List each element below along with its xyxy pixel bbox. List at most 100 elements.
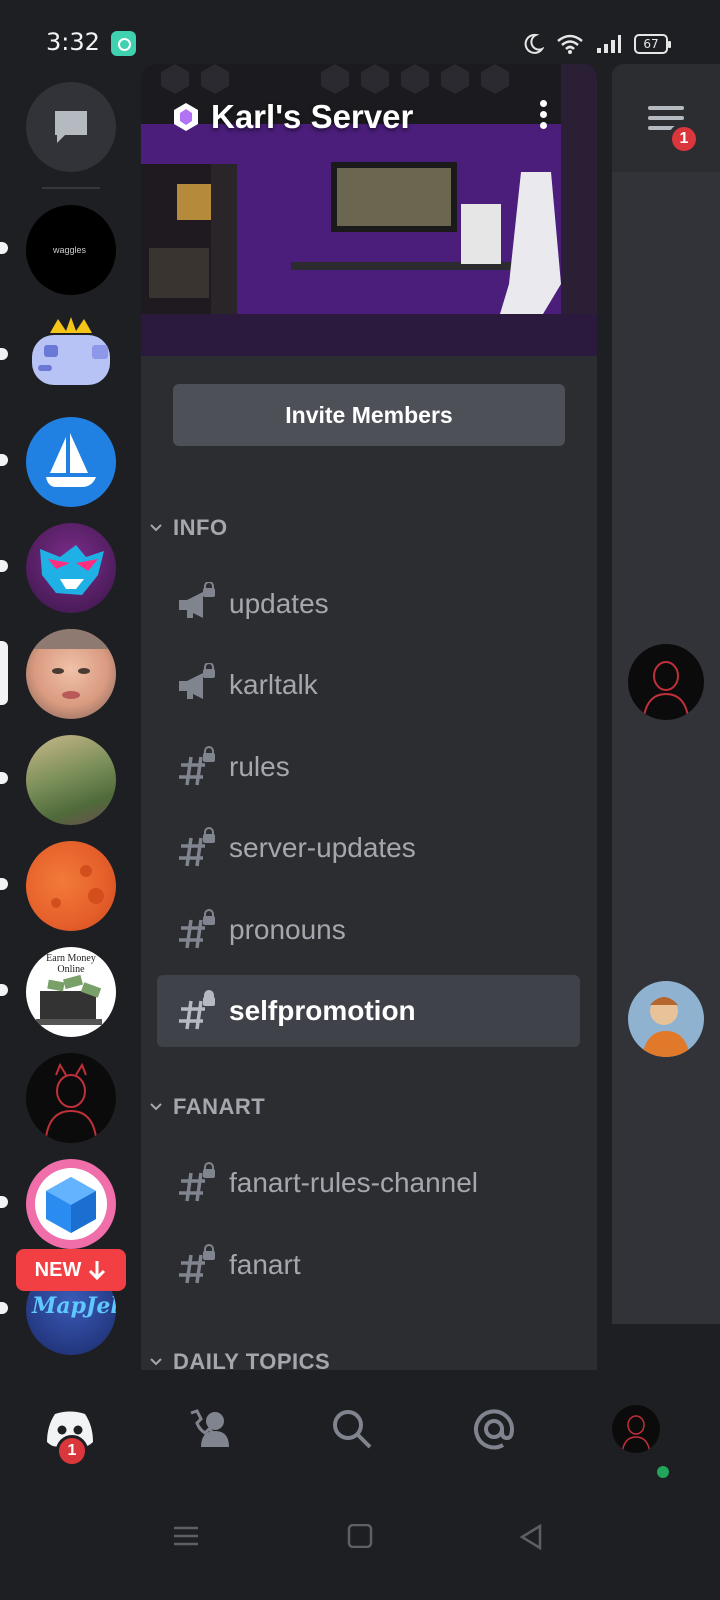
battery-icon: 67	[634, 34, 671, 54]
home-button-icon[interactable]	[347, 1524, 373, 1548]
channel-fanart[interactable]: fanart	[157, 1229, 580, 1301]
server-icon-text: Earn Money Online	[46, 953, 96, 975]
sketch-avatar-icon	[45, 1062, 97, 1138]
back-icon[interactable]	[518, 1524, 544, 1550]
chat-bubble-icon	[55, 111, 87, 143]
chevron-down-icon	[150, 1358, 162, 1366]
unread-indicator	[0, 242, 8, 254]
crowned-bot-server-icon[interactable]	[26, 311, 116, 401]
home-tab[interactable]	[20, 1370, 120, 1488]
channel-selfpromotion[interactable]: selfpromotion	[157, 975, 580, 1047]
server-title[interactable]: Karl's Server	[171, 98, 413, 136]
battery-level: 67	[643, 37, 659, 51]
karl-server-icon[interactable]	[26, 629, 116, 719]
hash-locked-icon	[175, 826, 219, 870]
channel-rules[interactable]: rules	[157, 731, 580, 803]
sketch-avatar-server-icon[interactable]	[26, 1053, 116, 1143]
chat-header: 1	[612, 64, 720, 172]
rail-divider	[42, 187, 100, 189]
server-rail[interactable]: waggles Earn Money Online MapJe	[0, 64, 142, 1400]
server-banner[interactable]: Karl's Server	[141, 64, 597, 356]
channel-name: fanart	[229, 1249, 301, 1280]
invite-members-button[interactable]: Invite Members	[173, 384, 565, 446]
server-icon-text: MapJelly	[32, 1293, 116, 1319]
unread-indicator	[0, 454, 8, 466]
chevron-down-icon	[150, 524, 162, 532]
channel-name: rules	[229, 751, 290, 782]
channel-panel: Karl's Server Invite Members INFO update…	[141, 64, 597, 1370]
planet-server-icon[interactable]	[26, 841, 116, 931]
planet-icon	[51, 865, 104, 908]
mrbeast-server-icon[interactable]	[26, 523, 116, 613]
server-name: Karl's Server	[211, 98, 414, 135]
unread-indicator	[0, 878, 8, 890]
waggles-server-icon[interactable]: waggles	[26, 205, 116, 295]
server-options-icon[interactable]	[533, 100, 553, 136]
signal-icon	[597, 35, 621, 53]
channel-server-updates[interactable]: server-updates	[157, 812, 580, 884]
cartoon-avatar-icon	[642, 997, 690, 1057]
selected-server-indicator	[0, 641, 8, 705]
sketch-avatar-icon	[643, 661, 689, 717]
status-time: 3:32	[46, 28, 100, 56]
channel-name: karltalk	[229, 669, 318, 700]
server-icon-text: waggles	[53, 245, 87, 255]
new-unreads-badge[interactable]: NEW	[16, 1249, 126, 1291]
system-navigation-bar	[0, 1488, 720, 1600]
channel-name: selfpromotion	[229, 995, 416, 1026]
channel-updates[interactable]: updates	[157, 568, 580, 640]
app-notification-icon	[111, 31, 136, 56]
hash-locked-icon	[175, 1243, 219, 1287]
unread-indicator	[0, 984, 8, 996]
announcement-locked-icon	[175, 662, 219, 707]
chat-preview-panel[interactable]: 1	[612, 64, 720, 1324]
mentions-icon	[474, 1409, 515, 1450]
bottom-navigation: 1	[0, 1370, 720, 1488]
unread-indicator	[0, 772, 8, 784]
channel-fanart-rules-channel[interactable]: fanart-rules-channel	[157, 1147, 580, 1219]
friends-icon	[190, 1409, 229, 1447]
cube-icon	[35, 1168, 107, 1240]
direct-messages-button[interactable]	[26, 82, 116, 172]
earn-money-server-icon[interactable]: Earn Money Online	[26, 947, 116, 1037]
channel-name: fanart-rules-channel	[229, 1167, 479, 1198]
hash-locked-icon	[175, 1161, 219, 1205]
search-tab[interactable]	[302, 1370, 402, 1488]
channel-name: pronouns	[229, 914, 346, 945]
category-daily-topics[interactable]: DAILY TOPICS	[149, 1342, 330, 1370]
sketch-avatar[interactable]	[628, 644, 704, 720]
profile-avatar	[612, 1405, 660, 1453]
sailboat-icon	[46, 433, 96, 487]
discord-mobile-screen: 3:32 67 waggles Earn Money Online MapJe …	[0, 0, 720, 1600]
garden-server-icon[interactable]	[26, 735, 116, 825]
new-label: NEW	[34, 1258, 82, 1281]
hash-locked-icon	[175, 745, 219, 789]
category-label: FANART	[173, 1094, 266, 1119]
channel-pronouns[interactable]: pronouns	[157, 894, 580, 966]
unread-indicator	[0, 348, 8, 360]
cartoon-avatar[interactable]	[628, 981, 704, 1057]
wifi-icon	[557, 34, 583, 54]
beast-mascot-icon	[40, 545, 104, 595]
channel-karltalk[interactable]: karltalk	[157, 649, 580, 721]
crowned-bot-icon	[32, 317, 110, 385]
server-boost-badge-icon	[174, 103, 198, 131]
category-fanart[interactable]: FANART	[149, 1087, 265, 1127]
notification-count-badge: 1	[668, 123, 700, 155]
unread-indicator	[0, 1196, 8, 1208]
friends-tab[interactable]	[162, 1370, 262, 1488]
cube-server-icon[interactable]	[26, 1159, 116, 1249]
category-info[interactable]: INFO	[149, 508, 228, 548]
status-icons: 67	[524, 30, 671, 58]
announcement-locked-icon	[175, 581, 219, 626]
channel-name: server-updates	[229, 832, 416, 863]
recent-apps-icon[interactable]	[172, 1524, 200, 1548]
hash-locked-icon	[175, 989, 219, 1033]
sailboat-server-icon[interactable]	[26, 417, 116, 507]
category-label: INFO	[173, 515, 228, 540]
moon-icon	[524, 33, 544, 54]
search-icon	[333, 1410, 372, 1449]
face-photo-icon	[26, 629, 116, 699]
mentions-tab[interactable]	[444, 1370, 544, 1488]
category-label: DAILY TOPICS	[173, 1349, 331, 1370]
